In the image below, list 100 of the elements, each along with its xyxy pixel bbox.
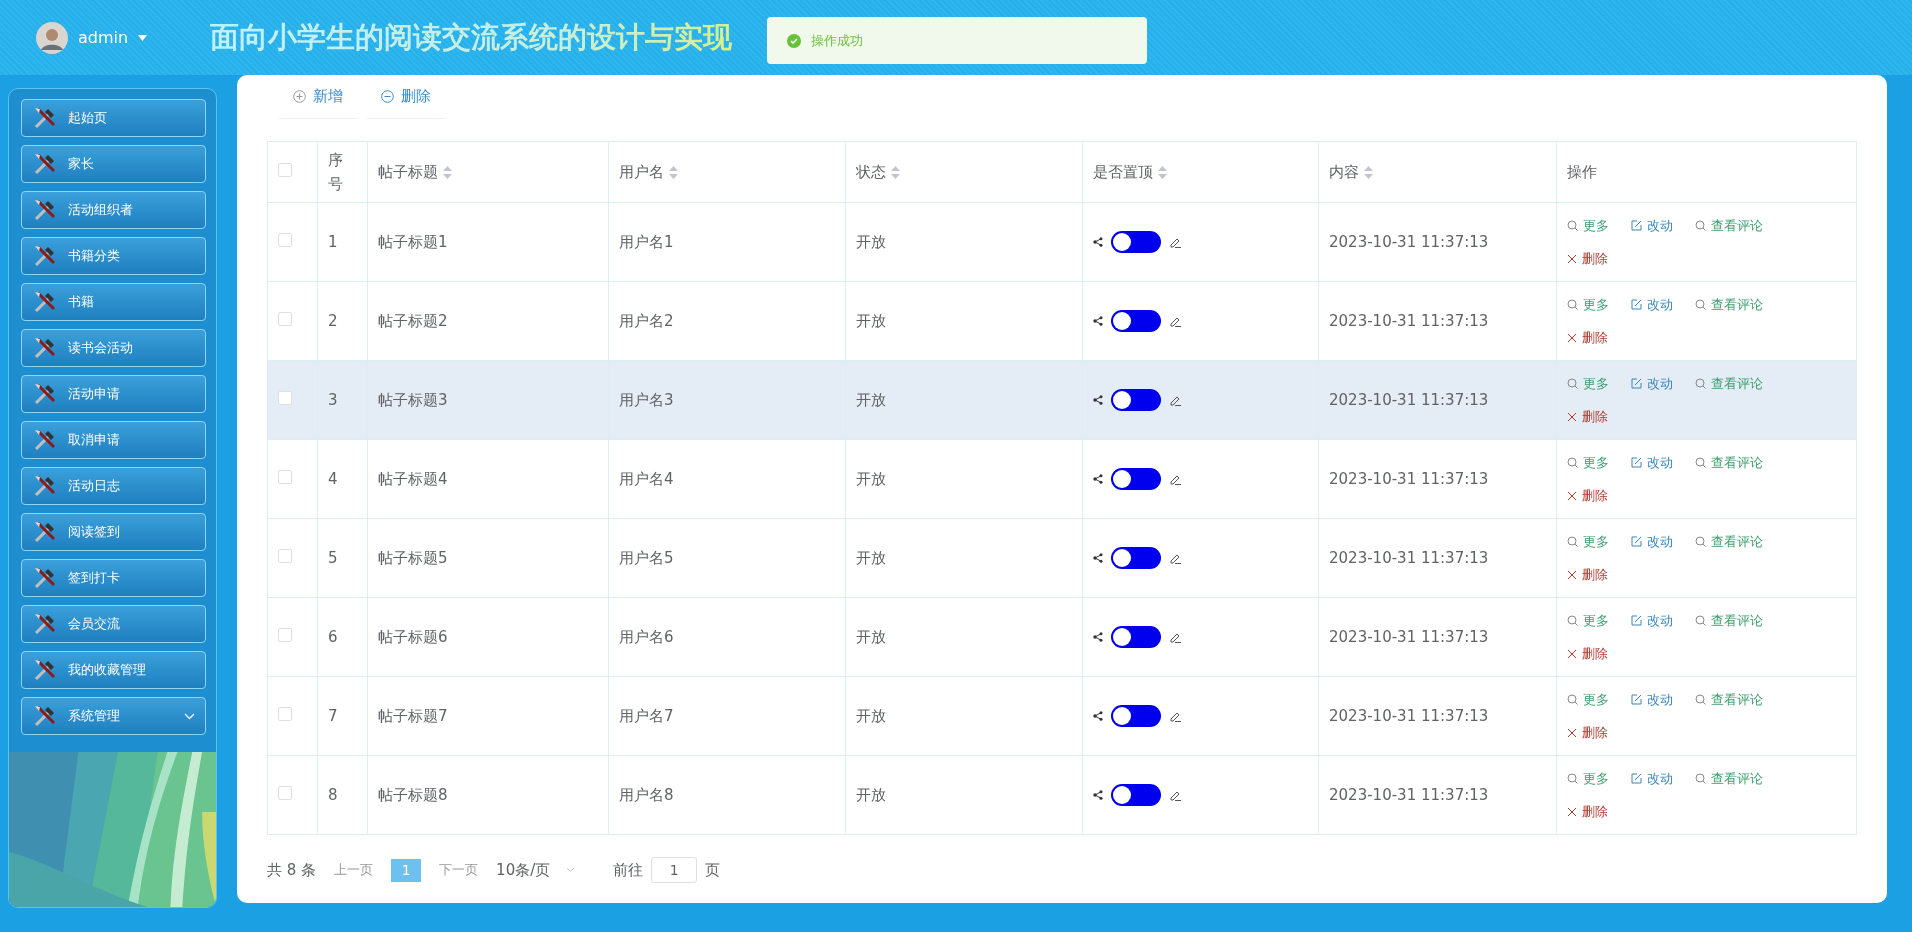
- delete-link[interactable]: 删除: [1567, 407, 1608, 427]
- share-icon[interactable]: [1093, 553, 1103, 563]
- delete-link[interactable]: 删除: [1567, 644, 1608, 664]
- share-icon[interactable]: [1093, 632, 1103, 642]
- search-icon: [1567, 377, 1578, 389]
- more-link[interactable]: 更多: [1567, 294, 1609, 314]
- sidebar-item[interactable]: 取消申请: [21, 421, 206, 459]
- more-link[interactable]: 更多: [1567, 452, 1609, 472]
- edit-link[interactable]: 改动: [1631, 531, 1673, 551]
- edit-icon: [1631, 693, 1642, 705]
- row-checkbox[interactable]: [278, 469, 292, 484]
- more-link[interactable]: 更多: [1567, 768, 1609, 788]
- pencil-icon[interactable]: [1169, 394, 1181, 406]
- page-size-select[interactable]: 10条/页: [496, 858, 596, 882]
- table-cell: 开放: [856, 627, 886, 646]
- search-icon: [1567, 456, 1578, 468]
- comments-link[interactable]: 查看评论: [1695, 768, 1763, 788]
- pencil-icon[interactable]: [1169, 710, 1181, 722]
- sidebar-item[interactable]: 书籍: [21, 283, 206, 321]
- pencil-icon[interactable]: [1169, 631, 1181, 643]
- username[interactable]: admin: [78, 25, 129, 50]
- pin-toggle[interactable]: [1111, 468, 1161, 490]
- sidebar-item[interactable]: 家长: [21, 145, 206, 183]
- row-number: 4: [328, 469, 338, 488]
- comments-link[interactable]: 查看评论: [1695, 689, 1763, 709]
- search-icon: [1695, 693, 1706, 705]
- sidebar-item[interactable]: 起始页: [21, 99, 206, 137]
- share-icon[interactable]: [1093, 395, 1103, 405]
- page-input[interactable]: 1: [651, 857, 698, 883]
- share-icon[interactable]: [1093, 790, 1103, 800]
- sidebar-item[interactable]: 签到打卡: [21, 559, 206, 597]
- avatar-icon[interactable]: [36, 21, 68, 54]
- edit-link[interactable]: 改动: [1631, 610, 1673, 630]
- sidebar-item[interactable]: 活动组织者: [21, 191, 206, 229]
- row-checkbox[interactable]: [278, 548, 292, 563]
- column-header[interactable]: 状态: [856, 162, 886, 181]
- more-link[interactable]: 更多: [1567, 689, 1609, 709]
- add-button[interactable]: 新增: [279, 81, 357, 119]
- select-all-checkbox[interactable]: [278, 162, 292, 177]
- share-icon[interactable]: [1093, 237, 1103, 247]
- pencil-icon[interactable]: [1169, 236, 1181, 248]
- share-icon[interactable]: [1093, 711, 1103, 721]
- row-checkbox[interactable]: [278, 627, 292, 642]
- sidebar-item[interactable]: 活动申请: [21, 375, 206, 413]
- pin-toggle[interactable]: [1111, 310, 1161, 332]
- chevron-down-icon: [566, 867, 576, 873]
- column-header[interactable]: 用户名: [619, 162, 664, 181]
- close-icon: [1567, 806, 1577, 817]
- comments-link[interactable]: 查看评论: [1695, 452, 1763, 472]
- comments-link[interactable]: 查看评论: [1695, 294, 1763, 314]
- chevron-down-icon[interactable]: [184, 712, 195, 720]
- sidebar-item[interactable]: 会员交流: [21, 605, 206, 643]
- delete-link[interactable]: 删除: [1567, 328, 1608, 348]
- share-icon[interactable]: [1093, 316, 1103, 326]
- row-checkbox[interactable]: [278, 785, 292, 800]
- more-link[interactable]: 更多: [1567, 531, 1609, 551]
- pencil-icon[interactable]: [1169, 552, 1181, 564]
- comments-link[interactable]: 查看评论: [1695, 610, 1763, 630]
- edit-link[interactable]: 改动: [1631, 373, 1673, 393]
- row-checkbox[interactable]: [278, 232, 292, 247]
- pencil-icon[interactable]: [1169, 473, 1181, 485]
- pin-toggle[interactable]: [1111, 231, 1161, 253]
- more-link[interactable]: 更多: [1567, 215, 1609, 235]
- pin-toggle[interactable]: [1111, 389, 1161, 411]
- row-checkbox[interactable]: [278, 390, 292, 405]
- sidebar-item[interactable]: 书籍分类: [21, 237, 206, 275]
- row-checkbox[interactable]: [278, 311, 292, 326]
- delete-link[interactable]: 删除: [1567, 802, 1608, 822]
- pin-toggle[interactable]: [1111, 705, 1161, 727]
- more-link[interactable]: 更多: [1567, 373, 1609, 393]
- pin-toggle[interactable]: [1111, 547, 1161, 569]
- pencil-icon[interactable]: [1169, 789, 1181, 801]
- sidebar-item[interactable]: 系统管理: [21, 697, 206, 735]
- comments-link[interactable]: 查看评论: [1695, 373, 1763, 393]
- delete-link[interactable]: 删除: [1567, 723, 1608, 743]
- edit-link[interactable]: 改动: [1631, 768, 1673, 788]
- pin-toggle[interactable]: [1111, 626, 1161, 648]
- edit-link[interactable]: 改动: [1631, 689, 1673, 709]
- sidebar-item[interactable]: 阅读签到: [21, 513, 206, 551]
- sidebar-item[interactable]: 读书会活动: [21, 329, 206, 367]
- sidebar-item[interactable]: 我的收藏管理: [21, 651, 206, 689]
- sidebar-item[interactable]: 活动日志: [21, 467, 206, 505]
- more-link[interactable]: 更多: [1567, 610, 1609, 630]
- delete-link[interactable]: 删除: [1567, 486, 1608, 506]
- edit-link[interactable]: 改动: [1631, 215, 1673, 235]
- comments-link[interactable]: 查看评论: [1695, 531, 1763, 551]
- column-header[interactable]: 内容: [1329, 162, 1359, 181]
- pin-toggle[interactable]: [1111, 784, 1161, 806]
- column-header[interactable]: 帖子标题: [378, 162, 438, 181]
- delete-button[interactable]: 删除: [367, 81, 445, 119]
- share-icon[interactable]: [1093, 474, 1103, 484]
- comments-link[interactable]: 查看评论: [1695, 215, 1763, 235]
- row-checkbox[interactable]: [278, 706, 292, 721]
- edit-link[interactable]: 改动: [1631, 452, 1673, 472]
- page-button[interactable]: 1: [391, 858, 422, 882]
- pencil-icon[interactable]: [1169, 315, 1181, 327]
- delete-link[interactable]: 删除: [1567, 249, 1608, 269]
- column-header[interactable]: 是否置顶: [1093, 162, 1153, 181]
- edit-link[interactable]: 改动: [1631, 294, 1673, 314]
- delete-link[interactable]: 删除: [1567, 565, 1608, 585]
